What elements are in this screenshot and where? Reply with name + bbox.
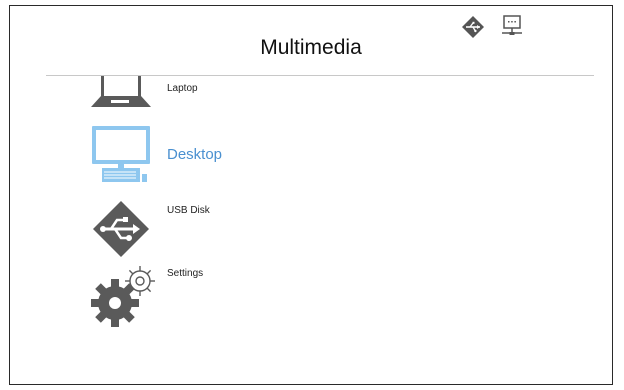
menu-item-desktop[interactable]: Desktop [80, 124, 300, 188]
usb-disk-icon [93, 201, 149, 257]
menu-item-usb-disk[interactable]: USB Disk [80, 200, 300, 260]
multimedia-screen: Multimedia Laptop Desktop USB Disk Setti… [9, 5, 613, 385]
menu-item-label: Desktop [167, 146, 223, 163]
menu-item-label: Settings [167, 268, 204, 279]
laptop-icon [91, 76, 151, 107]
network-status-icon [502, 15, 522, 35]
menu-item-settings[interactable]: Settings [80, 261, 300, 331]
desktop-icon [92, 126, 150, 182]
menu-item-label: Laptop [167, 83, 198, 94]
page-title: Multimedia [260, 36, 362, 59]
menu-item-laptop[interactable]: Laptop [80, 76, 300, 114]
settings-icon [91, 266, 155, 327]
usb-status-icon [462, 16, 484, 38]
menu-item-label: USB Disk [167, 205, 210, 216]
